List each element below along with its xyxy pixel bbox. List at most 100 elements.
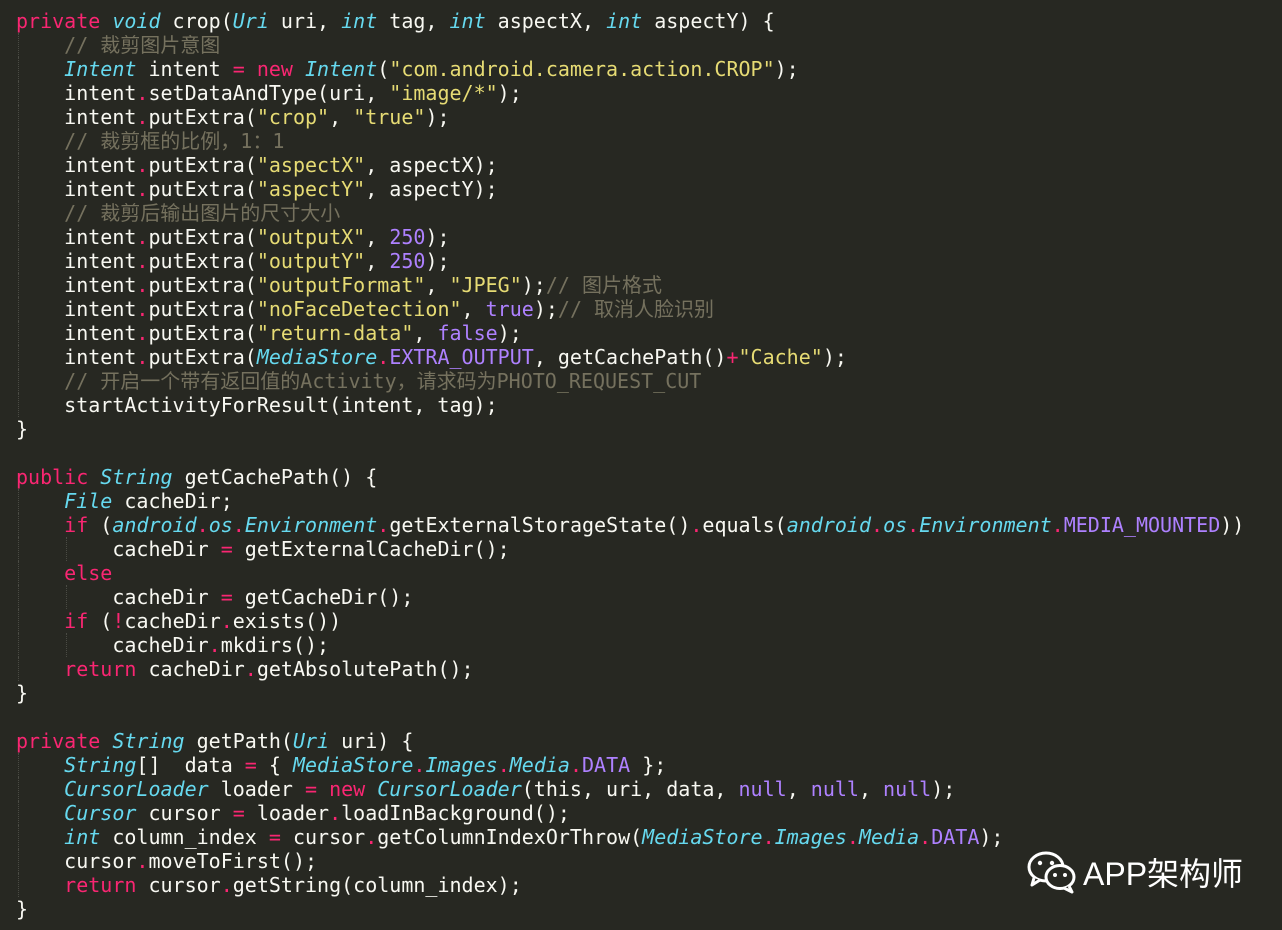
code-token: . xyxy=(136,105,149,129)
code-token: cursor xyxy=(136,873,221,897)
code-token: private xyxy=(16,9,101,33)
code-token: else xyxy=(64,561,113,585)
code-line: } xyxy=(16,681,1282,705)
code-token: ! xyxy=(112,609,125,633)
code-token: } xyxy=(16,417,29,441)
code-token: null xyxy=(810,777,859,801)
code-token: EXTRA_OUTPUT xyxy=(389,345,534,369)
code-token: , getCachePath() xyxy=(533,345,727,369)
code-token: . xyxy=(136,297,149,321)
code-token: . xyxy=(136,345,149,369)
code-token: cacheDir; xyxy=(112,489,233,513)
code-line: Intent intent = new Intent("com.android.… xyxy=(16,57,1282,81)
code-token: . xyxy=(136,249,149,273)
indent-guide xyxy=(18,513,20,537)
code-token: getString(column_index); xyxy=(232,873,522,897)
code-token: . xyxy=(569,753,582,777)
code-line: Cursor cursor = loader.loadInBackground(… xyxy=(16,801,1282,825)
code-token: int xyxy=(606,9,643,33)
code-token: Uri xyxy=(292,729,330,753)
indent-guide xyxy=(18,849,20,873)
code-token: ); xyxy=(533,297,558,321)
indent-guide xyxy=(18,489,20,513)
code-token: . xyxy=(208,633,221,657)
code-token: ( xyxy=(377,57,390,81)
code-token: "noFaceDetection" xyxy=(256,297,462,321)
code-token: . xyxy=(497,753,510,777)
code-line: return cacheDir.getAbsolutePath(); xyxy=(16,657,1282,681)
code-line: // 开启一个带有返回值的Activity，请求码为PHOTO_REQUEST_… xyxy=(16,369,1282,393)
indent-guide xyxy=(18,657,20,681)
code-token: . xyxy=(220,609,233,633)
code-token: int xyxy=(449,9,486,33)
code-token: Environment xyxy=(244,513,378,537)
code-token: . xyxy=(136,153,149,177)
code-token: intent xyxy=(16,345,137,369)
code-token: // 取消人脸识别 xyxy=(557,297,715,321)
code-token: String xyxy=(100,465,173,489)
code-token: ); xyxy=(425,225,450,249)
indent-guide xyxy=(18,609,20,633)
code-token: . xyxy=(907,513,920,537)
code-line: // 裁剪后输出图片的尺寸大小 xyxy=(16,201,1282,225)
indent-guide xyxy=(18,825,20,849)
code-token: // 裁剪图片意图 xyxy=(64,33,221,57)
code-token: ); xyxy=(425,249,450,273)
code-token: File xyxy=(64,489,113,513)
indent-guide xyxy=(18,273,20,297)
code-token: getExternalCacheDir(); xyxy=(232,537,510,561)
code-line: intent.putExtra("aspectX", aspectX); xyxy=(16,153,1282,177)
code-token: getCacheDir(); xyxy=(232,585,414,609)
code-token: "crop" xyxy=(256,105,330,129)
code-token: DATA xyxy=(582,753,631,777)
code-token: , xyxy=(786,777,811,801)
code-line: File cacheDir; xyxy=(16,489,1282,513)
code-token: loader xyxy=(208,777,305,801)
code-line: if (!cacheDir.exists()) xyxy=(16,609,1282,633)
indent-guide xyxy=(18,345,20,369)
code-token: , xyxy=(365,225,390,249)
code-line: private void crop(Uri uri, int tag, int … xyxy=(16,9,1282,33)
code-token: ); xyxy=(521,273,546,297)
code-line: intent.putExtra("aspectY", aspectY); xyxy=(16,177,1282,201)
code-token: ); xyxy=(497,81,522,105)
code-token: . xyxy=(871,513,884,537)
code-line: intent.putExtra(MediaStore.EXTRA_OUTPUT,… xyxy=(16,345,1282,369)
code-token: Media xyxy=(509,753,570,777)
indent-guide xyxy=(18,153,20,177)
code-token: return xyxy=(64,873,137,897)
code-editor: private void crop(Uri uri, int tag, int … xyxy=(0,0,1282,930)
code-token: true xyxy=(485,297,534,321)
code-line: intent.putExtra("outputFormat", "JPEG");… xyxy=(16,273,1282,297)
code-token: + xyxy=(726,345,739,369)
code-token: , xyxy=(425,273,450,297)
code-token: // 裁剪框的比例，1：1 xyxy=(64,129,285,153)
code-token: cursor xyxy=(280,825,366,849)
code-line: } xyxy=(16,897,1282,921)
code-token: , xyxy=(858,777,884,801)
indent-guide xyxy=(18,801,20,825)
code-token: return xyxy=(64,657,137,681)
code-token: "true" xyxy=(353,105,426,129)
code-line: intent.setDataAndType(uri, "image/*"); xyxy=(16,81,1282,105)
code-token: = xyxy=(220,537,233,561)
code-token: Cursor xyxy=(64,801,137,825)
code-line: else xyxy=(16,561,1282,585)
code-token: . xyxy=(220,873,233,897)
code-token: putExtra( xyxy=(148,225,257,249)
code-line: // 裁剪图片意图 xyxy=(16,33,1282,57)
code-token: // 图片格式 xyxy=(545,273,662,297)
code-token: . xyxy=(232,513,245,537)
indent-guide xyxy=(18,297,20,321)
code-token: aspectY) { xyxy=(642,9,775,33)
code-token: ); xyxy=(425,105,450,129)
code-token: startActivityForResult(intent, tag); xyxy=(16,393,498,417)
code-token: private xyxy=(16,729,101,753)
